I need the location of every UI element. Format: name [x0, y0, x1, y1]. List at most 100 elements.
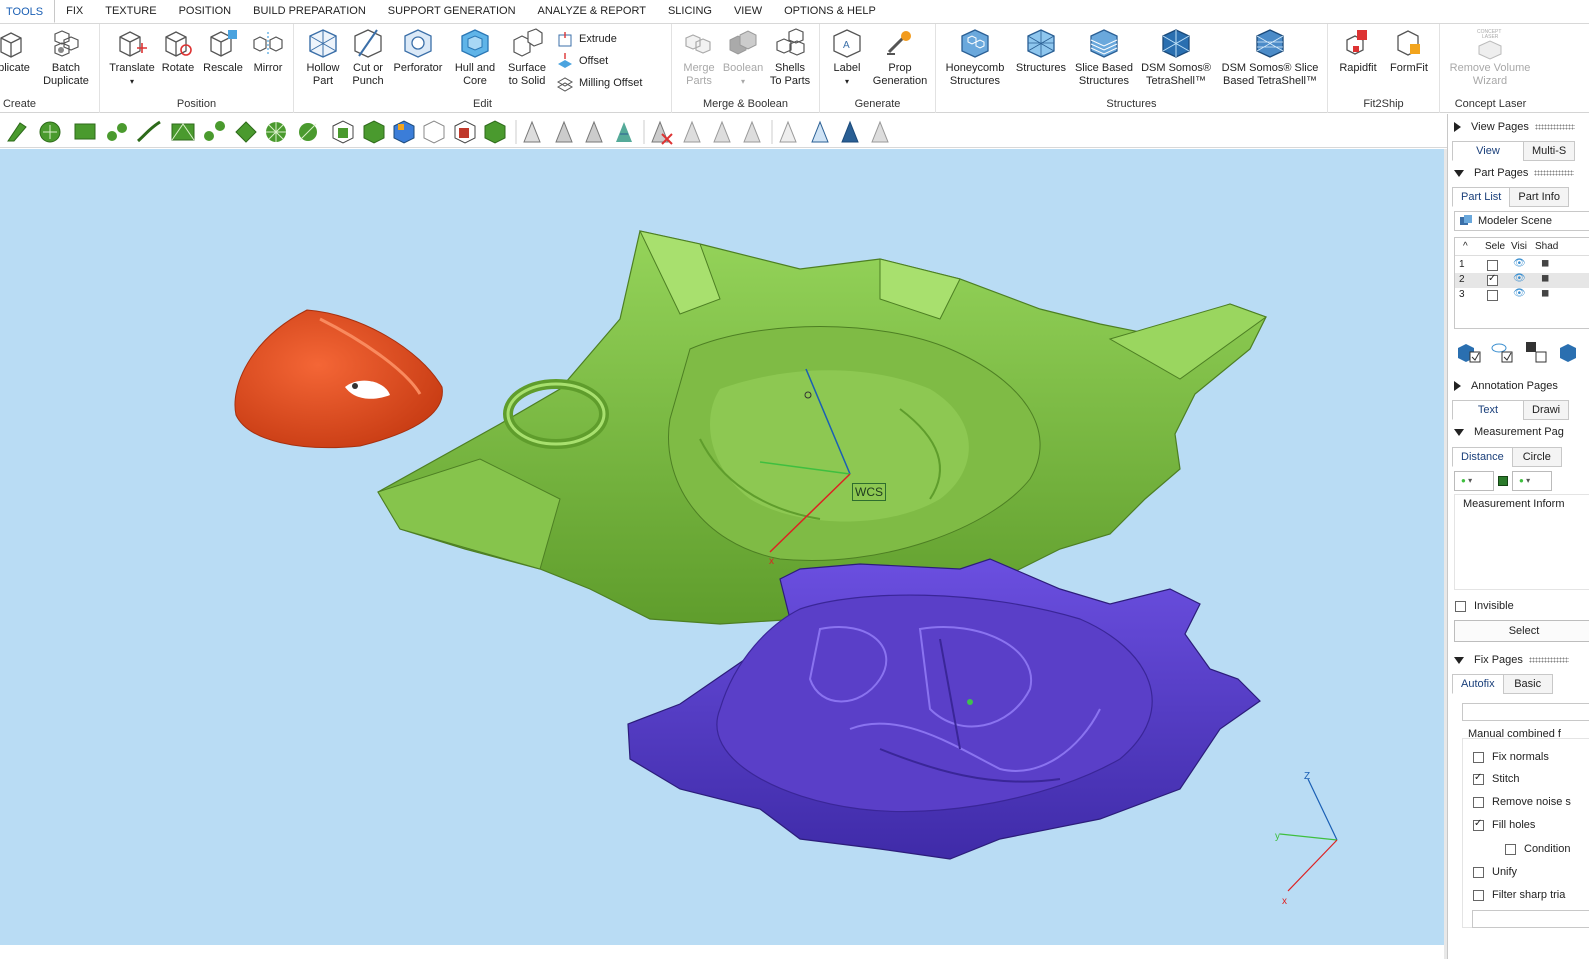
boolean-dropdown-icon[interactable]: ▾ [720, 75, 766, 88]
unmark-all-icon[interactable] [651, 120, 673, 145]
deselect-part-icon[interactable] [423, 120, 445, 144]
cut-or-punch-button[interactable]: Cut or Punch [346, 26, 390, 88]
select-shell-icon[interactable] [39, 121, 61, 143]
duplicate-button[interactable]: plicate [0, 26, 36, 75]
tab-view[interactable]: View [1452, 141, 1524, 161]
mirror-button[interactable]: Mirror [246, 26, 290, 75]
mark-edge-icon[interactable] [555, 120, 573, 143]
point-b-dropdown[interactable]: ● ▾ [1512, 471, 1552, 491]
label-button[interactable]: A Label ▾ [824, 26, 870, 88]
3d-viewport[interactable]: x Z y x WCS [0, 149, 1444, 945]
tab-position[interactable]: POSITION [168, 0, 243, 23]
offset-button[interactable]: Offset [556, 52, 608, 70]
select-flat-icon[interactable] [235, 121, 257, 143]
unify-checkbox[interactable]: Unify [1473, 866, 1517, 878]
tab-circle[interactable]: Circle [1511, 447, 1562, 467]
prop-generation-button[interactable]: Prop Generation [868, 26, 932, 88]
slice-based-structures-button[interactable]: Slice Based Structures [1072, 26, 1136, 88]
measurement-pages-header[interactable]: Measurement Pag [1454, 426, 1564, 438]
condition-checkbox[interactable]: Condition [1505, 843, 1570, 855]
part-shading-icon[interactable] [1558, 340, 1576, 364]
shade-cube-icon[interactable]: ◼ [1541, 258, 1549, 269]
sort-icon[interactable]: ^ [1463, 241, 1468, 252]
tab-slicing[interactable]: SLICING [657, 0, 723, 23]
select-brush-icon[interactable] [137, 120, 161, 143]
shrink-marking-icon[interactable] [743, 120, 761, 143]
fill-holes-checkbox[interactable]: Fill holes [1473, 818, 1535, 831]
tab-text[interactable]: Text [1452, 400, 1524, 420]
select-sphere-icon[interactable] [266, 122, 286, 142]
tab-part-list[interactable]: Part List [1452, 187, 1511, 207]
unmark-icon[interactable] [683, 120, 701, 143]
select-button[interactable]: Select [1454, 620, 1589, 642]
select-surface-icon[interactable] [7, 122, 27, 142]
mark-triangle-icon[interactable] [523, 120, 541, 143]
tab-texture[interactable]: TEXTURE [94, 0, 167, 23]
tab-view[interactable]: VIEW [723, 0, 773, 23]
tab-drawing[interactable]: Drawi [1523, 400, 1570, 420]
remove-noise-checkbox[interactable]: Remove noise s [1473, 796, 1571, 808]
filter-sharp-triangles-checkbox[interactable]: Filter sharp tria [1473, 889, 1565, 901]
select-all-parts-icon[interactable] [363, 120, 385, 144]
tab-distance[interactable]: Distance [1452, 447, 1513, 467]
view-pages-header[interactable]: View Pages [1454, 121, 1575, 133]
structures-button[interactable]: Structures [1010, 26, 1072, 75]
boolean-button[interactable]: Boolean ▾ [720, 26, 766, 88]
perforator-button[interactable]: Perforator [392, 26, 444, 75]
mark-noise-icon[interactable] [779, 120, 797, 143]
tab-fix[interactable]: FIX [55, 0, 94, 23]
expand-marking-icon[interactable] [713, 120, 731, 143]
select-lasso-icon[interactable] [107, 123, 127, 141]
tab-part-info[interactable]: Part Info [1509, 187, 1569, 207]
tab-analyze-report[interactable]: ANALYZE & REPORT [527, 0, 657, 23]
select-checkbox[interactable] [1487, 260, 1498, 271]
select-connected-icon[interactable] [204, 121, 225, 141]
select-shells-icon[interactable] [484, 120, 506, 144]
merge-parts-button[interactable]: Merge Parts [676, 26, 722, 88]
filter-value-input[interactable] [1472, 910, 1589, 928]
shade-cube-icon[interactable]: ◼ [1541, 288, 1549, 299]
fix-profile-select[interactable] [1462, 703, 1589, 721]
tab-tools[interactable]: TOOLS [0, 0, 56, 23]
extrude-button[interactable]: Extrude [556, 30, 617, 48]
select-checkbox[interactable] [1487, 290, 1498, 301]
translate-button[interactable]: Translate ▾ [106, 26, 158, 88]
tab-basic[interactable]: Basic [1502, 674, 1553, 694]
part-orange-ring[interactable] [234, 309, 443, 449]
visibility-toggle-icon[interactable] [1490, 340, 1516, 364]
table-row[interactable]: 2 👁 ◼ [1455, 273, 1589, 288]
hollow-part-button[interactable]: Hollow Part [300, 26, 346, 88]
rapidfit-button[interactable]: Rapidfit [1334, 26, 1382, 75]
shade-cube-icon[interactable]: ◼ [1541, 273, 1549, 284]
swap-points-icon[interactable] [1498, 476, 1508, 486]
table-row[interactable]: 3 👁 ◼ [1455, 288, 1589, 303]
rescale-button[interactable]: Rescale [200, 26, 246, 75]
batch-duplicate-button[interactable]: Batch Duplicate [40, 26, 92, 88]
select-part-icon[interactable] [332, 120, 354, 144]
label-dropdown-icon[interactable]: ▾ [824, 75, 870, 88]
annotation-pages-header[interactable]: Annotation Pages [1454, 380, 1558, 392]
mark-overlap-icon[interactable] [811, 120, 829, 143]
surface-to-solid-button[interactable]: Surface to Solid [502, 26, 552, 88]
part-pages-header[interactable]: Part Pages [1454, 167, 1575, 179]
select-plane-icon[interactable] [299, 123, 317, 141]
eye-icon[interactable]: 👁 [1513, 288, 1526, 299]
part-green-mold[interactable] [377, 230, 1268, 625]
scene[interactable]: x Z y x [0, 149, 1444, 945]
milling-offset-button[interactable]: Milling Offset [556, 74, 642, 92]
select-checkbox[interactable] [1487, 273, 1498, 286]
select-rectangle-icon[interactable] [74, 123, 96, 140]
formfit-button[interactable]: FormFit [1384, 26, 1434, 75]
tetrashell-button[interactable]: DSM Somos® TetraShell™ [1138, 26, 1214, 88]
mark-plane-icon[interactable] [616, 122, 632, 142]
rotate-button[interactable]: Rotate [156, 26, 200, 75]
shells-to-parts-button[interactable]: Shells To Parts [766, 26, 814, 88]
translate-dropdown-icon[interactable]: ▾ [106, 75, 158, 88]
invisible-checkbox[interactable]: Invisible [1455, 600, 1514, 612]
mark-inverted-icon[interactable] [841, 120, 859, 143]
fix-normals-checkbox[interactable]: Fix normals [1473, 751, 1549, 763]
tab-support-generation[interactable]: SUPPORT GENERATION [377, 0, 527, 23]
remove-volume-wizard-button[interactable]: CONCEPT LASER Remove Volume Wizard [1440, 26, 1540, 88]
modeler-scene-item[interactable]: Modeler Scene [1454, 211, 1589, 231]
select-all-parts-icon[interactable] [1456, 340, 1482, 364]
